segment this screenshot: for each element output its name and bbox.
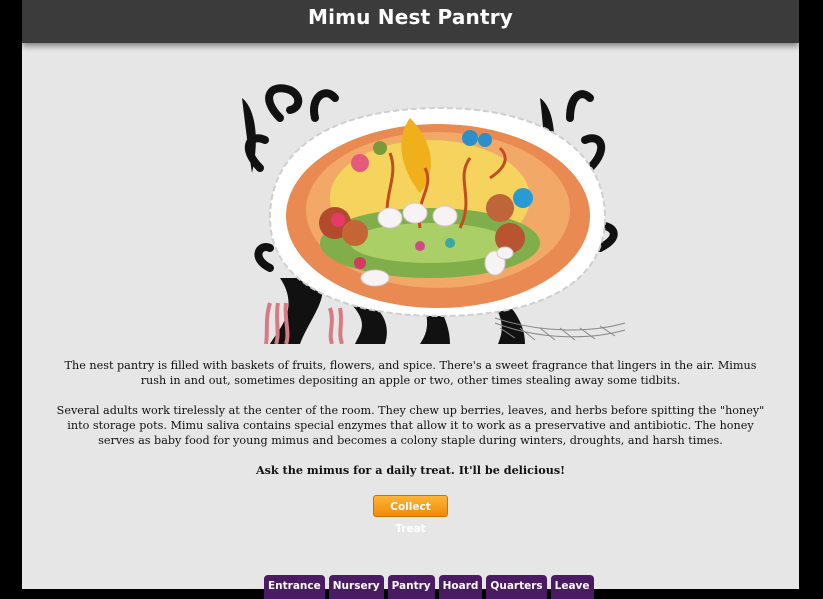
page-header: Mimu Nest Pantry <box>22 0 799 43</box>
treat-prompt: Ask the mimus for a daily treat. It'll b… <box>255 463 566 477</box>
collect-treat-button[interactable]: Collect Treat <box>373 495 448 535</box>
description-paragraph-1: The nest pantry is filled with baskets o… <box>64 359 757 387</box>
nav-item-pantry[interactable]: Pantry <box>387 575 435 599</box>
nav-item-leave[interactable]: Leave <box>550 575 594 599</box>
pantry-illustration <box>242 84 626 344</box>
nav-item-hoard[interactable]: Hoard <box>438 575 483 599</box>
nav-item-nursery[interactable]: Nursery <box>328 575 384 599</box>
description-paragraph-2: Several adults work tirelessly at the ce… <box>56 404 765 447</box>
nav-item-entrance[interactable]: Entrance <box>264 575 325 599</box>
room-nav: Entrance Nursery Pantry Hoard Quarters L… <box>264 575 594 599</box>
page-title: Mimu Nest Pantry <box>307 5 514 29</box>
nav-item-quarters[interactable]: Quarters <box>486 575 547 599</box>
